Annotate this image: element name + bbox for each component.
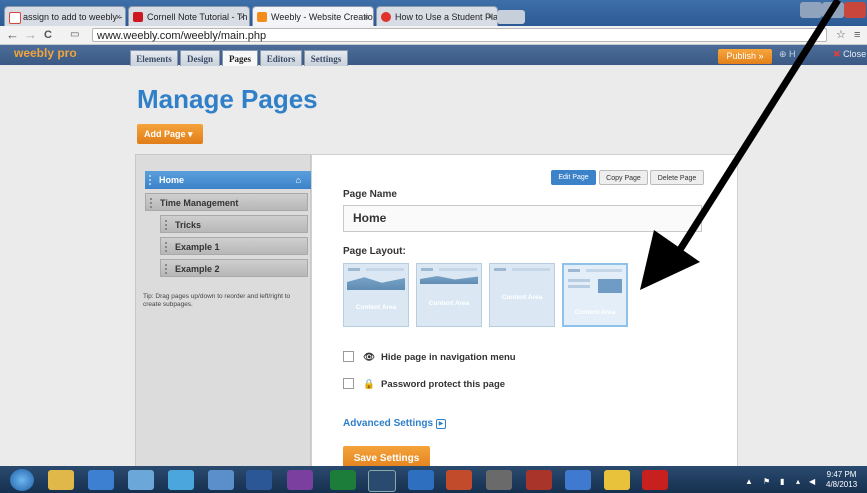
expand-icon[interactable]: ▶ bbox=[436, 419, 446, 429]
app-icon[interactable] bbox=[565, 470, 591, 490]
drag-handle-icon[interactable] bbox=[165, 220, 172, 230]
close-window-button[interactable] bbox=[844, 2, 866, 18]
weebly-logo: weebly pro bbox=[14, 46, 77, 60]
drag-handle-icon[interactable] bbox=[165, 264, 172, 274]
close-tab-icon[interactable]: × bbox=[116, 7, 121, 26]
page-item-tricks[interactable]: Tricks bbox=[160, 215, 308, 233]
site-icon bbox=[381, 12, 391, 22]
tab-elements[interactable]: Elements bbox=[130, 50, 178, 66]
page-name-label: Page Name bbox=[343, 189, 397, 200]
lock-icon: 🔒 bbox=[363, 379, 375, 390]
drag-handle-icon[interactable] bbox=[150, 198, 157, 208]
tab-gmail[interactable]: assign to add to weebly - × bbox=[4, 6, 126, 26]
reload-icon[interactable]: C bbox=[44, 27, 52, 43]
star-icon[interactable]: ☆ bbox=[836, 27, 846, 43]
clock[interactable]: 9:47 PM 4/8/2013 bbox=[826, 470, 857, 490]
minimize-button[interactable] bbox=[800, 2, 822, 18]
close-tab-icon[interactable]: × bbox=[488, 7, 493, 26]
explorer-icon[interactable] bbox=[48, 470, 74, 490]
edit-page-button[interactable]: Edit Page bbox=[551, 170, 596, 185]
publish-button[interactable]: Publish » bbox=[718, 49, 772, 64]
forward-icon[interactable]: → bbox=[24, 27, 37, 43]
page-item-home[interactable]: Home ⌂ bbox=[145, 171, 311, 189]
close-tab-icon[interactable]: × bbox=[364, 7, 369, 26]
new-tab-button[interactable] bbox=[497, 10, 525, 24]
media-player-icon[interactable] bbox=[88, 470, 114, 490]
layout-option-header[interactable]: Content Area bbox=[343, 263, 409, 327]
delete-page-button[interactable]: Delete Page bbox=[650, 170, 704, 185]
window-controls bbox=[800, 0, 867, 20]
drag-handle-icon[interactable] bbox=[149, 175, 156, 185]
battery-icon: ▮ bbox=[780, 477, 785, 486]
page-item-example-2[interactable]: Example 2 bbox=[160, 259, 308, 277]
password-label: Password protect this page bbox=[381, 379, 506, 390]
page-layout-label: Page Layout: bbox=[343, 246, 406, 257]
add-page-button[interactable]: Add Page ▾ bbox=[137, 124, 203, 144]
acrobat-icon[interactable] bbox=[642, 470, 668, 490]
gmail-icon bbox=[9, 12, 21, 24]
chrome-icon[interactable] bbox=[330, 470, 356, 490]
close-tab-icon[interactable]: × bbox=[240, 7, 245, 26]
hide-nav-checkbox[interactable] bbox=[343, 351, 354, 362]
onenote-icon[interactable] bbox=[287, 470, 313, 490]
app-icon[interactable] bbox=[604, 470, 630, 490]
hide-nav-label: Hide page in navigation menu bbox=[381, 352, 516, 363]
tab-settings[interactable]: Settings bbox=[304, 50, 348, 66]
close-link[interactable]: ✖ Close bbox=[833, 49, 866, 60]
page-title: Manage Pages bbox=[137, 84, 318, 114]
photo-app-icon[interactable] bbox=[168, 470, 194, 490]
address-bar[interactable]: www.weebly.com/weebly/main.php bbox=[92, 28, 827, 42]
app-icon[interactable] bbox=[128, 470, 154, 490]
tab-student-planner[interactable]: How to Use a Student Pla × bbox=[376, 6, 498, 26]
picasa-icon[interactable] bbox=[446, 470, 472, 490]
layout-option-no-header[interactable]: Content Area bbox=[489, 263, 555, 327]
menu-icon[interactable]: ≡ bbox=[854, 27, 860, 43]
eye-icon: 👁 bbox=[363, 352, 376, 363]
app-icon[interactable] bbox=[368, 470, 396, 492]
advanced-settings-link[interactable]: Advanced Settings bbox=[343, 418, 433, 429]
tab-cornell[interactable]: Cornell Note Tutorial - Th × bbox=[128, 6, 250, 26]
maximize-button[interactable] bbox=[822, 2, 844, 18]
page-item-time-management[interactable]: Time Management bbox=[145, 193, 308, 211]
page-icon: ▭ bbox=[70, 29, 80, 40]
password-checkbox[interactable] bbox=[343, 378, 354, 389]
itunes-icon[interactable] bbox=[408, 470, 434, 490]
tip-text: Tip: Drag pages up/down to reorder and l… bbox=[143, 293, 291, 308]
tab-editors[interactable]: Editors bbox=[260, 50, 302, 66]
app-icon[interactable] bbox=[208, 470, 234, 490]
app-icon[interactable] bbox=[486, 470, 512, 490]
back-icon[interactable]: ← bbox=[6, 27, 19, 43]
signal-icon: ▴ bbox=[796, 477, 801, 486]
volume-icon[interactable]: ◀ bbox=[809, 477, 815, 486]
layout-option-tall-header[interactable]: Content Area bbox=[562, 263, 628, 327]
tab-pages[interactable]: Pages bbox=[222, 50, 258, 66]
app-icon[interactable] bbox=[526, 470, 552, 490]
page-item-example-1[interactable]: Example 1 bbox=[160, 237, 308, 255]
copy-page-button[interactable]: Copy Page bbox=[599, 170, 648, 185]
word-icon[interactable] bbox=[246, 470, 272, 490]
layout-option-short-header[interactable]: Content Area bbox=[416, 263, 482, 327]
youtube-icon bbox=[133, 12, 143, 22]
close-icon: ✖ bbox=[833, 49, 841, 59]
help-link[interactable]: ⊕ H bbox=[779, 49, 796, 60]
flag-icon[interactable]: ⚑ bbox=[763, 477, 770, 486]
drag-handle-icon[interactable] bbox=[165, 242, 172, 252]
start-button[interactable] bbox=[10, 469, 34, 491]
tab-weebly[interactable]: Weebly - Website Creation × bbox=[252, 6, 374, 26]
home-icon: ⌂ bbox=[295, 175, 301, 185]
tab-design[interactable]: Design bbox=[180, 50, 220, 66]
weebly-icon bbox=[257, 12, 267, 22]
tray-arrow-icon[interactable]: ▲ bbox=[745, 477, 753, 486]
page-name-input[interactable]: Home bbox=[343, 205, 702, 232]
